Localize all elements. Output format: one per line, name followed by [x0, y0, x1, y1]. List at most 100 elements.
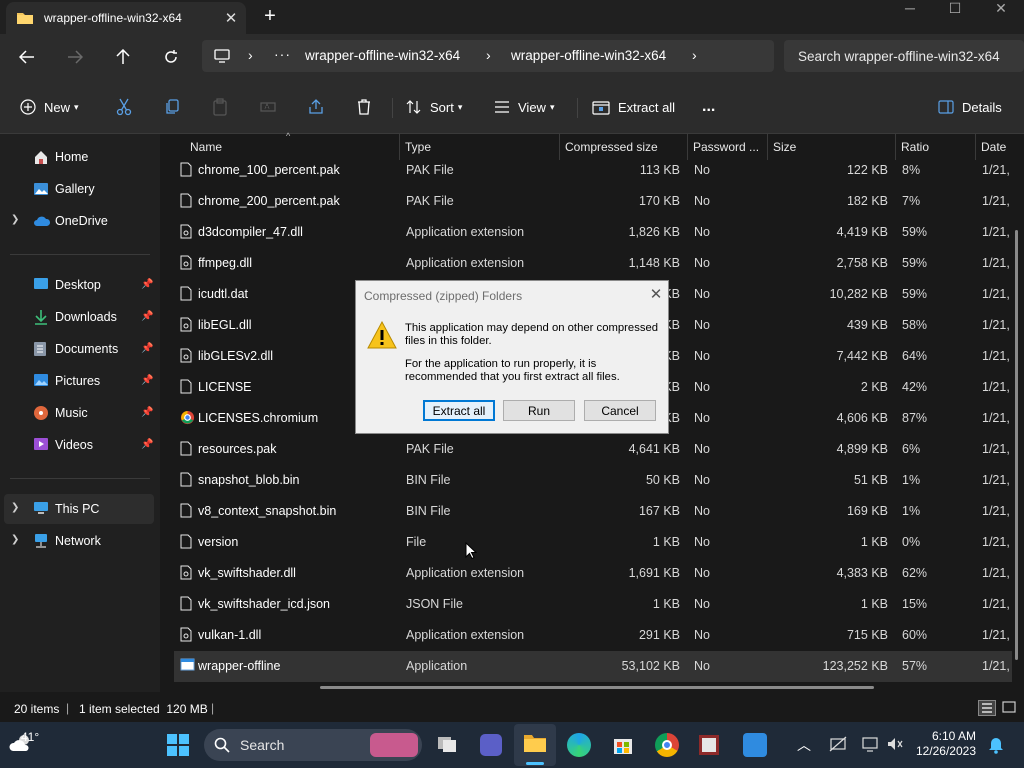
sidebar-item-this-pc[interactable]: ❯ This PC — [4, 494, 154, 524]
network-icon — [35, 534, 47, 548]
new-button[interactable]: New ▾ — [20, 94, 79, 120]
sort-button[interactable]: Sort ▾ — [406, 94, 462, 120]
table-row[interactable]: vk_swiftshader_icd.json JSON File 1 KB No 1 … — [174, 589, 1012, 620]
task-view-icon[interactable] — [436, 734, 460, 756]
store-icon[interactable] — [612, 734, 634, 756]
details-view-button[interactable] — [978, 700, 996, 716]
pin-icon: 📌 — [141, 343, 154, 354]
meet-icon[interactable] — [480, 734, 502, 756]
table-row[interactable]: snapshot_blob.bin BIN File 50 KB No 51 KB 1% 1… — [174, 465, 1012, 496]
file-icon — [180, 441, 192, 456]
sidebar-item-downloads[interactable]: Downloads 📌 — [0, 302, 156, 332]
file-icon — [180, 255, 192, 270]
more-options-button[interactable]: ... — [700, 94, 715, 120]
volume-icon[interactable] — [886, 736, 904, 752]
view-button[interactable]: View ▾ — [494, 94, 554, 120]
chevron-right-icon[interactable]: › — [486, 47, 491, 63]
details-button[interactable]: Details — [938, 94, 1002, 120]
table-row[interactable]: ffmpeg.dll Application extension 1,148 KB N… — [174, 248, 1012, 279]
clock[interactable]: 6:10 AM 12/26/2023 — [914, 729, 976, 759]
table-row[interactable]: chrome_100_percent.pak PAK File 113 KB No 12… — [174, 155, 1012, 186]
close-window-button[interactable]: ✕ — [986, 0, 1016, 30]
minimize-button[interactable]: ─ — [895, 0, 925, 30]
sidebar-item-documents[interactable]: Documents 📌 — [0, 334, 156, 364]
table-row[interactable]: version File 1 KB No 1 KB 0% 1/21, — [174, 527, 1012, 558]
chevron-right-icon[interactable]: › — [692, 47, 697, 63]
display-icon[interactable] — [861, 736, 879, 752]
sidebar-item-home[interactable]: Home — [0, 142, 156, 172]
paint-icon[interactable] — [743, 733, 767, 757]
chevron-right-icon[interactable]: ❯ — [11, 214, 19, 225]
file-size: 715 KB — [846, 628, 888, 642]
close-tab-icon[interactable]: ✕ — [216, 9, 246, 27]
taskbar-search[interactable]: Search — [204, 729, 422, 761]
refresh-button[interactable] — [155, 41, 187, 73]
table-row[interactable]: chrome_200_percent.pak PAK File 170 KB No 18… — [174, 186, 1012, 217]
sidebar-item-label: Downloads — [55, 310, 117, 324]
more-locations-icon[interactable]: ··· — [274, 46, 291, 62]
table-row[interactable]: wrapper-offline Application 53,102 KB No 123… — [174, 651, 1012, 682]
tiles-view-button[interactable] — [1001, 700, 1019, 716]
table-row[interactable]: v8_context_snapshot.bin BIN File 167 KB No 1… — [174, 496, 1012, 527]
address-field[interactable]: › ··· wrapper-offline-win32-x64 › wrappe… — [202, 40, 774, 72]
file-name: snapshot_blob.bin — [198, 473, 300, 487]
file-ratio: 87% — [902, 411, 928, 425]
file-name: LICENSES.chromium — [198, 411, 319, 425]
paste-button[interactable] — [212, 94, 228, 120]
horizontal-scrollbar[interactable] — [320, 686, 874, 689]
copy-button[interactable] — [164, 94, 180, 120]
table-row[interactable]: vk_swiftshader.dll Application extension 1… — [174, 558, 1012, 589]
sidebar-item-gallery[interactable]: Gallery — [0, 174, 156, 204]
tab-active[interactable]: wrapper-offline-win32-x64 ✕ — [6, 2, 246, 34]
start-button[interactable] — [166, 733, 190, 757]
table-row[interactable]: d3dcompiler_47.dll Application extension 1… — [174, 217, 1012, 248]
sidebar-item-label: Network — [55, 534, 101, 548]
edge-icon[interactable] — [567, 733, 591, 757]
chevron-right-icon[interactable]: › — [248, 47, 253, 63]
file-explorer-taskbar-icon[interactable] — [514, 724, 556, 766]
vertical-scrollbar[interactable] — [1015, 230, 1018, 660]
sidebar-item-label: Music — [55, 406, 88, 420]
sidebar-item-music[interactable]: Music 📌 — [0, 398, 156, 428]
file-password: No — [694, 535, 710, 549]
rename-button[interactable] — [260, 94, 276, 120]
sidebar-item-label: Gallery — [55, 182, 95, 196]
file-type: BIN File — [406, 473, 451, 487]
table-row[interactable]: resources.pak PAK File 4,641 KB No 4,899 KB 6… — [174, 434, 1012, 465]
file-password: No — [694, 287, 710, 301]
sidebar-item-onedrive[interactable]: ❯ OneDrive — [0, 206, 156, 236]
chrome-icon[interactable] — [655, 733, 679, 757]
cancel-button[interactable]: Cancel — [584, 400, 656, 421]
file-type: Application extension — [406, 628, 525, 642]
chevron-right-icon[interactable]: ❯ — [11, 534, 19, 545]
archive-app-icon[interactable] — [697, 733, 721, 757]
sidebar-item-pictures[interactable]: Pictures 📌 — [0, 366, 156, 396]
back-button[interactable] — [11, 41, 43, 73]
table-row[interactable]: vulkan-1.dll Application extension 291 KB N… — [174, 620, 1012, 651]
extract-all-button[interactable]: Extract all — [592, 94, 675, 120]
sidebar-item-network[interactable]: ❯ Network — [0, 526, 156, 556]
extract-all-dialog-button[interactable]: Extract all — [423, 400, 495, 421]
file-name: chrome_100_percent.pak — [198, 163, 340, 177]
breadcrumb-item[interactable]: wrapper-offline-win32-x64 — [305, 48, 460, 63]
cut-button[interactable] — [116, 94, 132, 120]
share-button[interactable] — [308, 94, 324, 120]
forward-button[interactable] — [59, 41, 91, 73]
tray-app-icon[interactable] — [829, 736, 847, 752]
run-button[interactable]: Run — [503, 400, 575, 421]
tray-expand-icon[interactable]: ︿ — [797, 735, 811, 755]
breadcrumb-item[interactable]: wrapper-offline-win32-x64 — [511, 48, 666, 63]
sidebar-item-videos[interactable]: Videos 📌 — [0, 430, 156, 460]
home-icon — [35, 151, 47, 164]
sidebar-item-desktop[interactable]: Desktop 📌 — [0, 270, 156, 300]
sidebar-item-label: Home — [55, 150, 89, 164]
notification-bell-icon[interactable] — [988, 736, 1004, 754]
new-tab-button[interactable]: + — [258, 6, 282, 28]
documents-icon — [34, 342, 46, 356]
dialog-close-button[interactable]: ✕ — [646, 285, 666, 305]
chevron-right-icon[interactable]: ❯ — [11, 502, 19, 513]
delete-button[interactable] — [357, 94, 371, 120]
search-input[interactable]: Search wrapper-offline-win32-x64 — [784, 40, 1024, 72]
up-button[interactable] — [107, 41, 139, 73]
maximize-button[interactable]: ☐ — [940, 0, 970, 30]
